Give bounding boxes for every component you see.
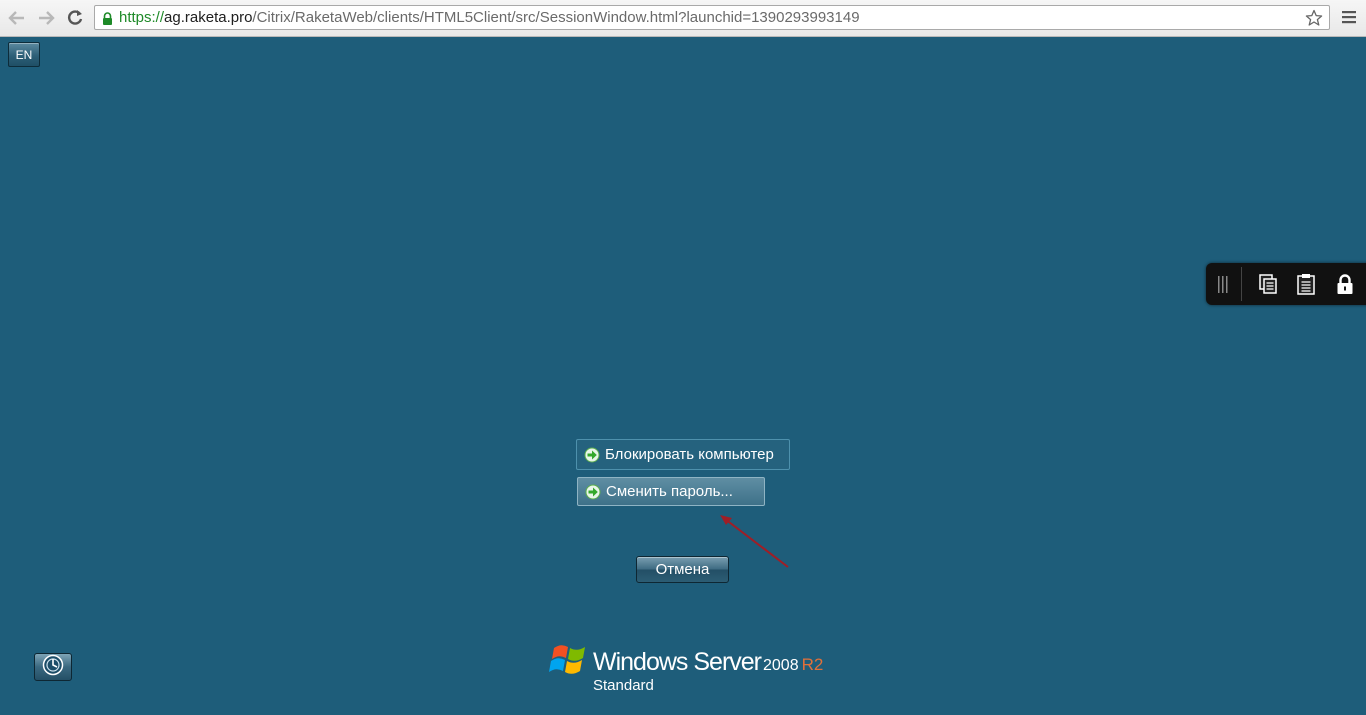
windows-server-logo: Windows Server 2008 R2 Standard xyxy=(548,640,828,700)
ease-of-access-icon xyxy=(42,654,64,680)
product-title: Windows Server xyxy=(593,648,762,676)
product-edition: Standard xyxy=(593,677,654,694)
lock-icon[interactable] xyxy=(1334,273,1356,295)
padlock-icon xyxy=(102,11,113,30)
url-host: ag.raketa.pro xyxy=(164,9,253,26)
ease-of-access-button[interactable] xyxy=(34,653,72,681)
browser-toolbar: https://ag.raketa.pro/Citrix/RaketaWeb/c… xyxy=(0,0,1366,37)
reload-icon[interactable] xyxy=(63,6,87,30)
address-bar[interactable]: https://ag.raketa.pro/Citrix/RaketaWeb/c… xyxy=(94,5,1330,30)
language-indicator-button[interactable]: EN xyxy=(8,42,40,67)
paste-icon[interactable] xyxy=(1295,273,1317,295)
copy-icon[interactable] xyxy=(1257,273,1279,295)
lock-computer-label: Блокировать компьютер xyxy=(605,446,774,463)
url-scheme: https:// xyxy=(119,9,165,26)
grip-icon[interactable] xyxy=(1218,276,1228,297)
url-text[interactable]: https://ag.raketa.pro/Citrix/RaketaWeb/c… xyxy=(119,9,860,26)
session-toolbar xyxy=(1206,263,1366,305)
product-version: 2008 xyxy=(763,657,799,674)
lock-computer-option[interactable]: Блокировать компьютер xyxy=(576,439,790,470)
cancel-button[interactable]: Отмена xyxy=(636,556,729,583)
change-password-option[interactable]: Сменить пароль... xyxy=(577,477,765,506)
url-path: /Citrix/RaketaWeb/clients/HTML5Client/sr… xyxy=(252,9,860,26)
star-icon[interactable] xyxy=(1305,9,1323,31)
toolbar-divider xyxy=(1241,267,1242,301)
forward-arrow-icon[interactable] xyxy=(34,6,58,30)
change-password-label: Сменить пароль... xyxy=(606,483,733,500)
green-arrow-icon xyxy=(585,484,601,500)
green-arrow-icon xyxy=(584,447,600,463)
back-arrow-icon[interactable] xyxy=(5,6,29,30)
hamburger-menu-icon[interactable] xyxy=(1341,9,1357,29)
product-release: R2 xyxy=(801,655,824,674)
product-name: Windows Server 2008 R2 xyxy=(593,648,823,677)
windows-flag-icon xyxy=(549,645,585,674)
